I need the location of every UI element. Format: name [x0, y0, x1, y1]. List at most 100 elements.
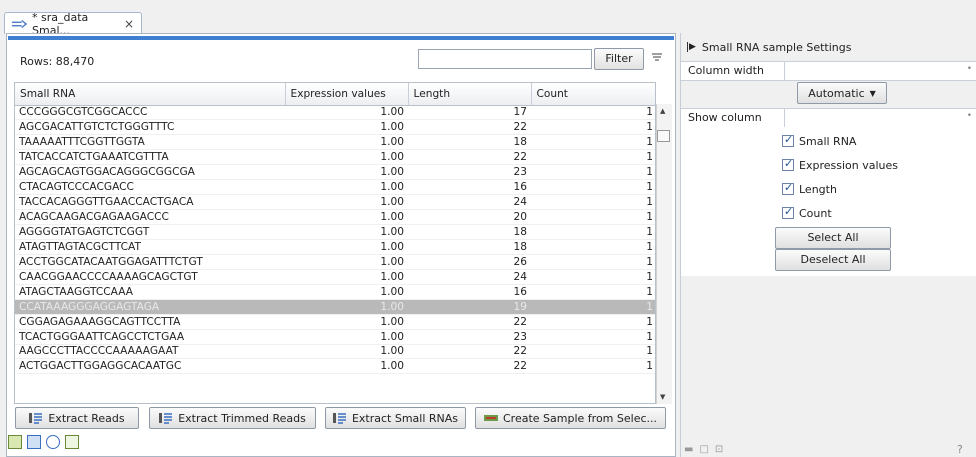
table-cell: 1.00: [285, 299, 408, 315]
vertical-scrollbar[interactable]: ▲ ▼: [656, 104, 672, 404]
table-row[interactable]: AGCAGCAGTGGACAGGGCGGCGA 1.00 23 1: [15, 164, 655, 181]
table-cell: 1.00: [285, 164, 408, 181]
table-cell: 1: [531, 119, 655, 136]
button-label: Extract Small RNAs: [351, 411, 459, 425]
close-tab-icon[interactable]: ×: [124, 17, 134, 31]
filter-input[interactable]: [418, 49, 592, 69]
table-row[interactable]: CCATAAAGGGAGGAGTAGA 1.00 19 1: [15, 299, 655, 315]
scroll-up-icon[interactable]: ▲: [660, 107, 665, 115]
table-cell: 1: [531, 134, 655, 151]
table-cell: 1: [531, 224, 655, 240]
table-cell: 22: [408, 344, 531, 360]
column-width-section[interactable]: Column width •: [681, 61, 976, 81]
reads-view-icon[interactable]: [27, 435, 41, 449]
table-row[interactable]: TCACTGGGAATTCAGCCTCTGAA 1.00 23 1: [15, 329, 655, 345]
table-cell: 1: [531, 314, 655, 330]
table-cell: 23: [408, 164, 531, 181]
table-cell: 1.00: [285, 358, 408, 375]
table-cell: ACAGCAAGACGAGAAGACCC: [15, 209, 285, 225]
table-cell: TCACTGGGAATTCAGCCTCTGAA: [15, 329, 285, 345]
checkbox-count[interactable]: Count: [782, 204, 832, 222]
table-cell: 1: [531, 194, 655, 211]
history-icon[interactable]: [46, 435, 60, 449]
table-row[interactable]: AAGCCCTTACCCCAAAAAGAAT 1.00 22 1: [15, 344, 655, 360]
table-cell: 1: [531, 179, 655, 196]
table-cell: 1: [531, 329, 655, 345]
column-width-dropdown[interactable]: Automatic ▼: [797, 82, 887, 104]
button-label: Create Sample from Selec...: [503, 411, 657, 425]
annotation-icon[interactable]: [65, 435, 79, 449]
table-cell: 16: [408, 284, 531, 300]
table-row[interactable]: ACTGGACTTGGAGGCACAATGC 1.00 22 1: [15, 358, 655, 375]
checkbox-expression-values[interactable]: Expression values: [782, 156, 898, 174]
table-cell: ACTGGACTTGGAGGCACAATGC: [15, 358, 285, 375]
table-cell: 1.00: [285, 134, 408, 151]
table-cell: 22: [408, 119, 531, 136]
table-row[interactable]: ACAGCAAGACGAGAAGACCC 1.00 20 1: [15, 209, 655, 225]
checkbox-checked-icon[interactable]: [782, 157, 794, 171]
table-cell: 1: [531, 254, 655, 270]
help-icon[interactable]: ?: [957, 443, 963, 456]
section-label: Column width: [681, 62, 785, 80]
checkbox-checked-icon[interactable]: [782, 205, 794, 219]
table-cell: 1: [531, 105, 655, 121]
table-cell: 1.00: [285, 224, 408, 240]
column-header[interactable]: Expression values: [285, 83, 409, 106]
filter-button[interactable]: Filter: [594, 48, 644, 70]
checkbox-checked-icon[interactable]: [782, 133, 794, 147]
extract-small-rnas-button[interactable]: Extract Small RNAs: [325, 407, 466, 429]
table-row[interactable]: ATAGCTAAGGTCCAAA 1.00 16 1: [15, 284, 655, 300]
table-cell: 1: [531, 344, 655, 360]
document-tab[interactable]: * sra_data Smal... ×: [4, 11, 142, 37]
checkbox-label: Count: [799, 206, 832, 220]
save-settings-icon[interactable]: □: [699, 444, 708, 455]
extract-reads-button[interactable]: Extract Reads: [15, 407, 139, 429]
checkbox-checked-icon[interactable]: [782, 181, 794, 195]
table-cell: 19: [408, 299, 531, 315]
button-label: Extract Reads: [48, 411, 125, 425]
table-cell: 18: [408, 134, 531, 151]
scrollbar-thumb[interactable]: [657, 130, 670, 142]
column-header[interactable]: Length: [408, 83, 532, 106]
table-row[interactable]: TATCACCATCTGAAATCGTTTA 1.00 22 1: [15, 149, 655, 166]
apply-settings-icon[interactable]: ⊡: [715, 444, 723, 455]
table-cell: CGGAGAGAAAGGCAGTTCCTTA: [15, 314, 285, 330]
table-row[interactable]: TAAAAATTTCGGTTGGTA 1.00 18 1: [15, 134, 655, 151]
column-header[interactable]: Small RNA: [15, 83, 286, 106]
table-row[interactable]: AGCGACATTGTCTCTGGGTTTC 1.00 22 1: [15, 119, 655, 136]
table-row[interactable]: ATAGTTAGTACGCTTCAT 1.00 18 1: [15, 239, 655, 255]
create-sample-button[interactable]: Create Sample from Selec...: [475, 407, 666, 429]
table-cell: CCCGGGCGTCGGCACCC: [15, 105, 285, 121]
extract-icon: [159, 413, 173, 424]
table-row[interactable]: TACCACAGGGTTGAACCACTGACA 1.00 24 1: [15, 194, 655, 211]
table-cell: 16: [408, 179, 531, 196]
table-cell: TATCACCATCTGAAATCGTTTA: [15, 149, 285, 166]
checkbox-small-rna[interactable]: Small RNA: [782, 132, 856, 150]
minimize-icon[interactable]: ▬: [684, 444, 693, 455]
table-cell: TACCACAGGGTTGAACCACTGACA: [15, 194, 285, 211]
scroll-down-icon[interactable]: ▼: [660, 393, 665, 401]
table-view-icon[interactable]: [8, 435, 22, 449]
table-row[interactable]: CAACGGAACCCCAAAAGCAGCTGT 1.00 24 1: [15, 269, 655, 285]
table-cell: ATAGCTAAGGTCCAAA: [15, 284, 285, 300]
settings-header[interactable]: ▶ Small RNA sample Settings: [681, 37, 976, 57]
column-header[interactable]: Count: [531, 83, 655, 106]
reads-track-icon: [11, 19, 27, 28]
deselect-all-button[interactable]: Deselect All: [775, 249, 891, 271]
section-expand-icon[interactable]: •: [967, 64, 972, 74]
table-row[interactable]: AGGGGTATGAGTCTCGGT 1.00 18 1: [15, 224, 655, 240]
extract-trimmed-reads-button[interactable]: Extract Trimmed Reads: [149, 407, 316, 429]
table-cell: 1: [531, 269, 655, 285]
section-expand-icon[interactable]: •: [967, 111, 972, 121]
table-row[interactable]: CGGAGAGAAAGGCAGTTCCTTA 1.00 22 1: [15, 314, 655, 330]
checkbox-length[interactable]: Length: [782, 180, 837, 198]
filter-options-icon[interactable]: [651, 50, 663, 66]
table-cell: 1: [531, 239, 655, 255]
table-row[interactable]: CTACAGTCCCACGACC 1.00 16 1: [15, 179, 655, 196]
view-switcher: [8, 435, 79, 453]
select-all-button[interactable]: Select All: [775, 227, 891, 249]
table-row[interactable]: ACCTGGCATACAATGGAGATTTCTGT 1.00 26 1: [15, 254, 655, 270]
show-column-section[interactable]: Show column •: [681, 108, 976, 128]
collapse-arrow-icon[interactable]: ▶: [687, 42, 696, 52]
table-row[interactable]: CCCGGGCGTCGGCACCC 1.00 17 1: [15, 105, 655, 121]
